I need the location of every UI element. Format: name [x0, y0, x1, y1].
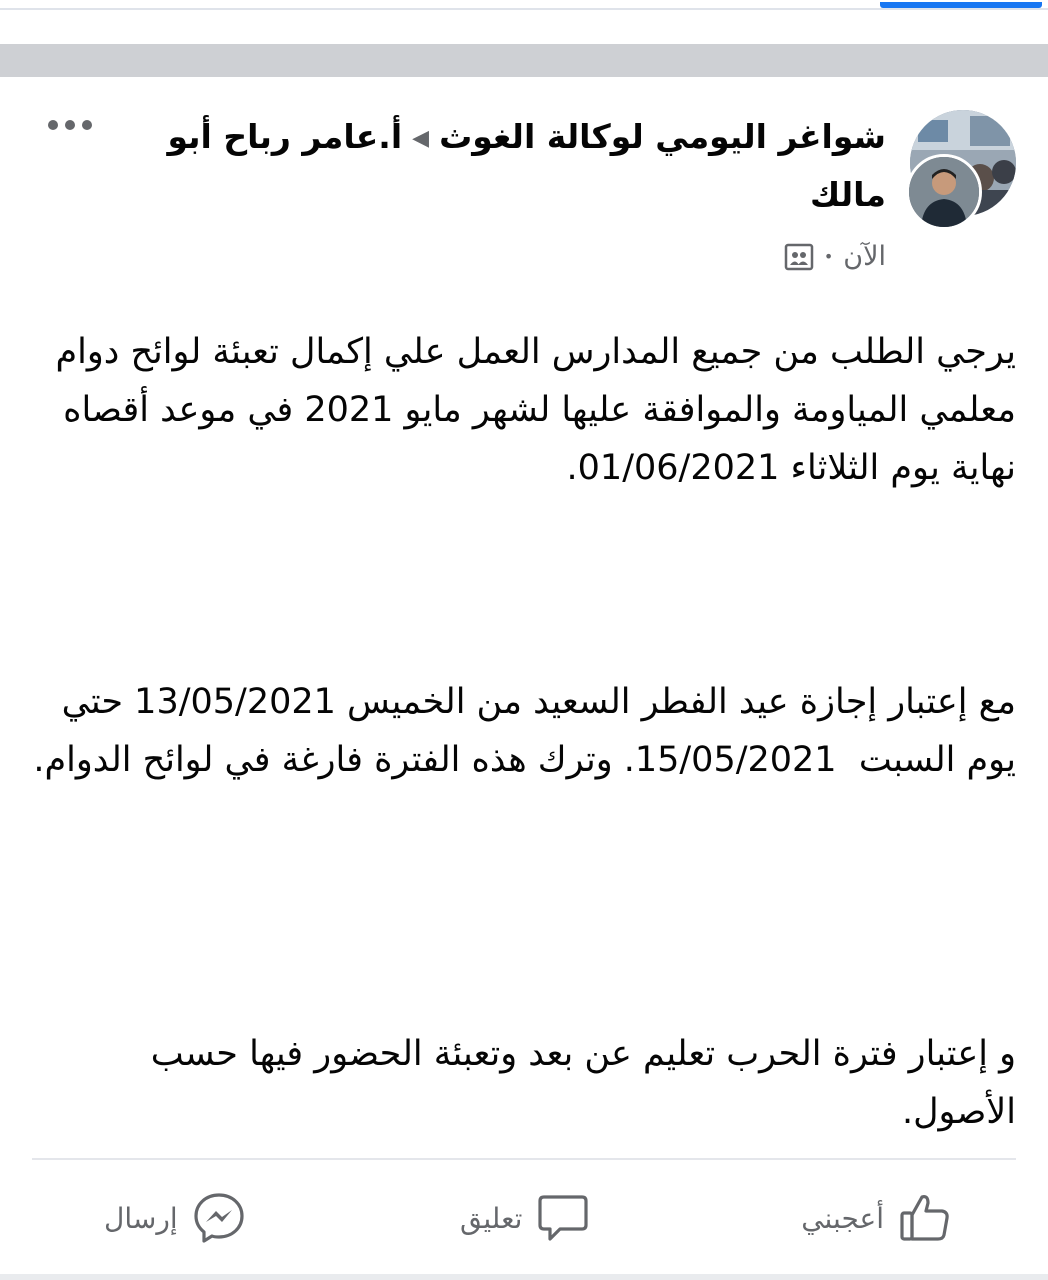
post-card: شواغر اليومي لوكالة الغوث◀أ.عامر رباح أب… — [0, 77, 1048, 1280]
like-button[interactable]: أعجبني — [801, 1187, 952, 1249]
top-divider — [0, 8, 1048, 10]
author-avatar[interactable] — [906, 154, 982, 230]
feed-separator — [0, 44, 1048, 77]
comment-label: تعليق — [460, 1201, 523, 1235]
active-tab-indicator — [880, 2, 1042, 8]
post-timestamp[interactable]: الآن — [843, 241, 886, 272]
more-options-icon[interactable] — [48, 115, 96, 135]
comment-icon — [538, 1195, 588, 1241]
comment-button[interactable]: تعليق — [460, 1187, 590, 1249]
post-header: شواغر اليومي لوكالة الغوث◀أ.عامر رباح أب… — [166, 109, 886, 223]
post-paragraph-2: مع إعتبار إجازة عيد الفطر السعيد من الخم… — [33, 682, 1016, 780]
meta-separator-dot: • — [823, 247, 834, 266]
post-bottom-edge — [0, 1274, 1048, 1280]
group-audience-icon — [784, 243, 814, 270]
caret-left-icon: ◀ — [412, 125, 430, 151]
messenger-icon — [194, 1193, 244, 1243]
post-meta: الآن • — [784, 241, 886, 272]
send-label: إرسال — [104, 1201, 178, 1235]
thumbs-up-icon — [900, 1195, 949, 1241]
send-button[interactable]: إرسال — [104, 1187, 246, 1249]
post-paragraph-3: و إعتبار فترة الحرب تعليم عن بعد وتعبئة … — [139, 1034, 1016, 1132]
post-paragraph-1: يرجي الطلب من جميع المدارس العمل علي إكم… — [44, 332, 1016, 488]
group-name-link[interactable]: شواغر اليومي لوكالة الغوث — [439, 117, 886, 156]
actions-divider — [32, 1158, 1016, 1160]
like-label: أعجبني — [801, 1201, 884, 1235]
browser-top-strip — [0, 0, 1048, 42]
